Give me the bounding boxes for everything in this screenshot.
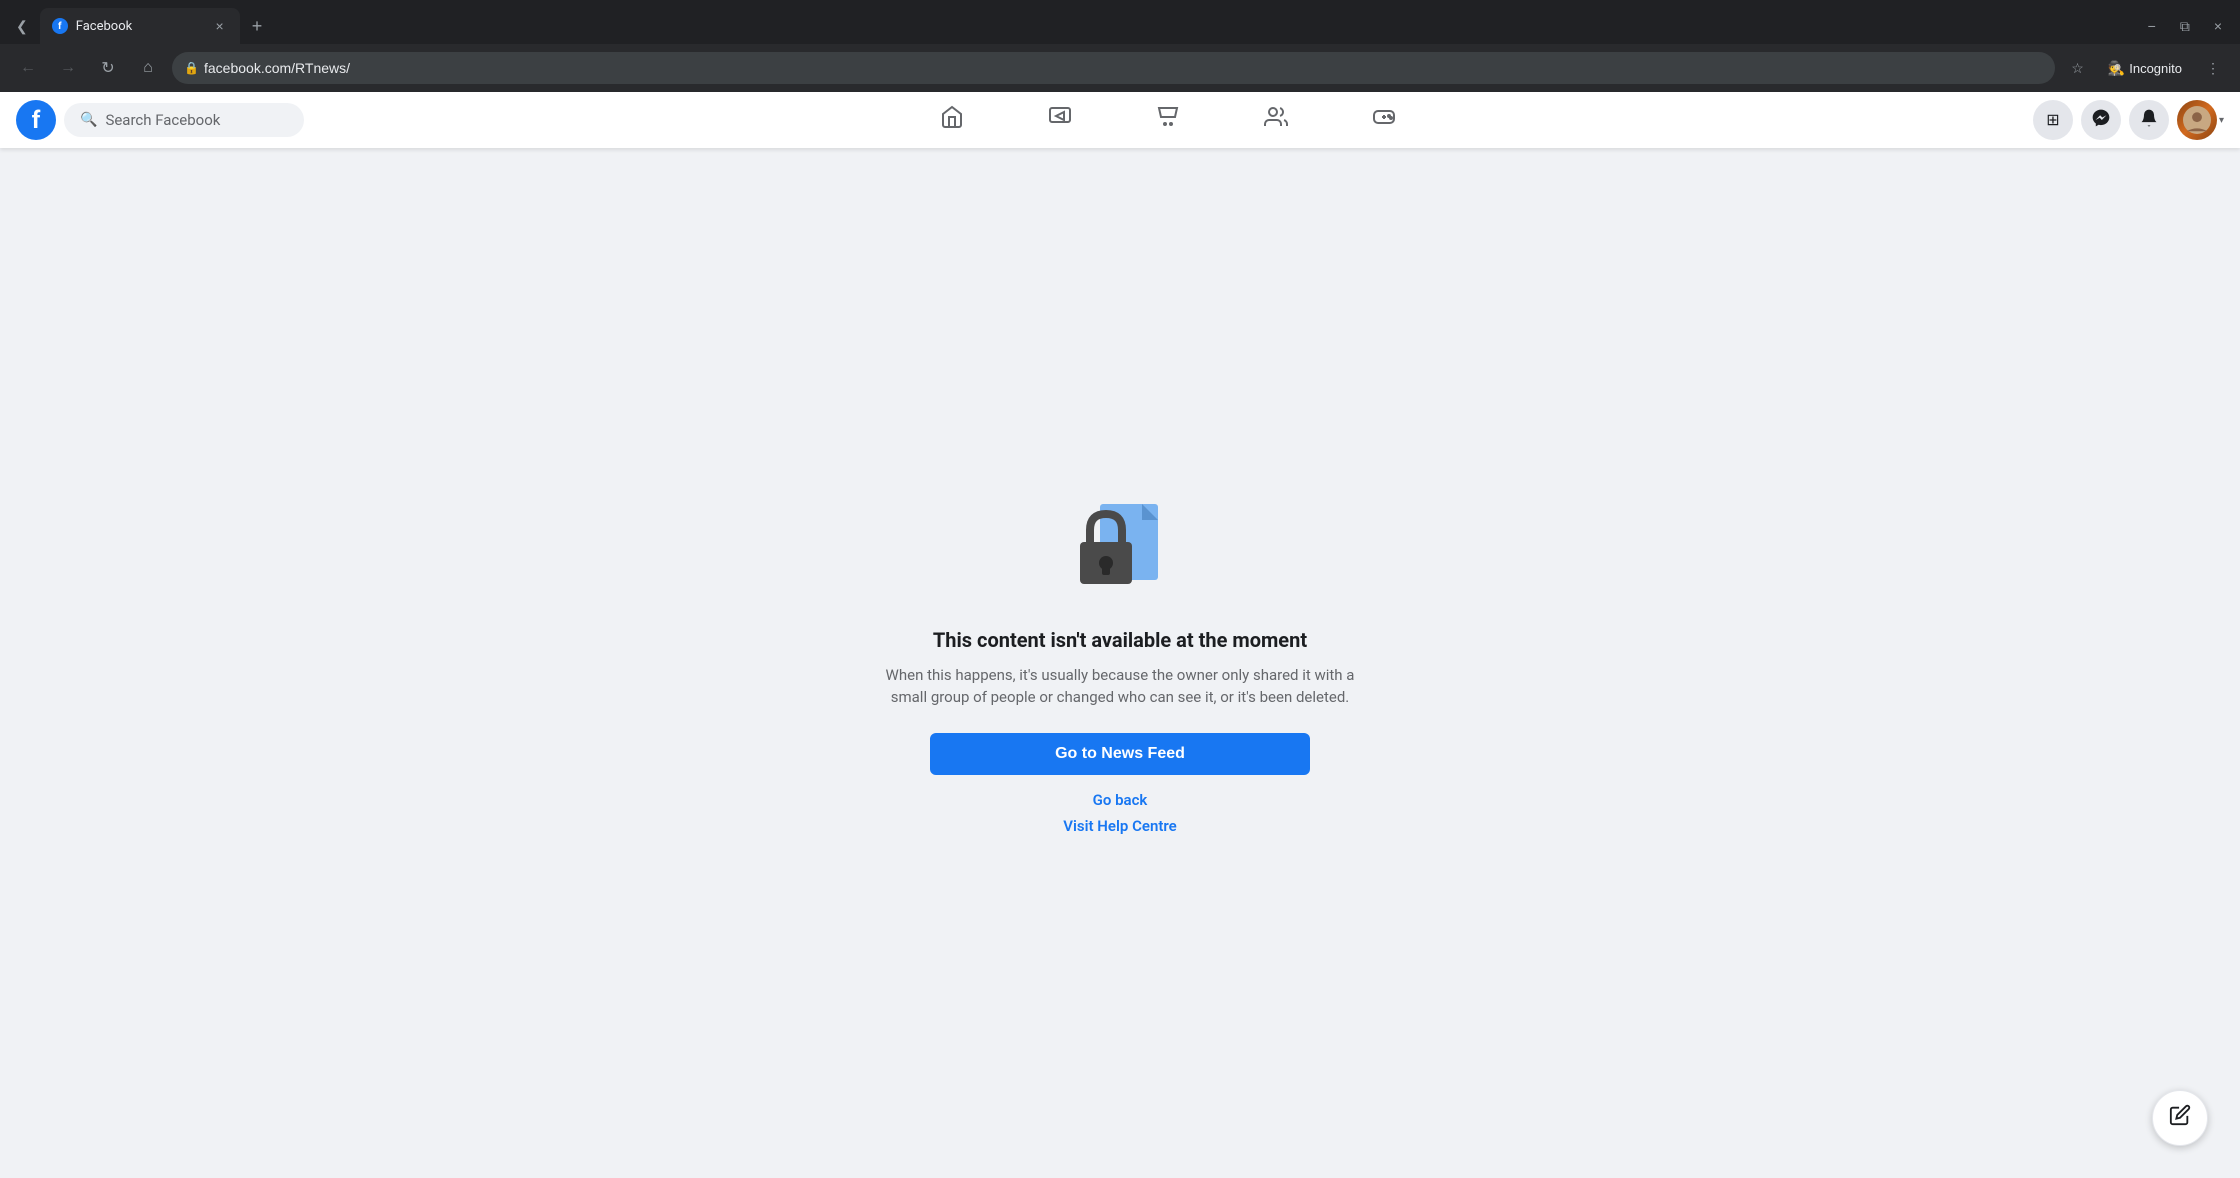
menu-icon: ⊞ [2046,110,2059,130]
visit-help-centre-link[interactable]: Visit Help Centre [1063,817,1176,835]
facebook-logo[interactable]: f [16,100,56,140]
tab-list-button[interactable]: ❮ [8,14,36,39]
facebook-nav [304,96,2033,144]
browser-chrome: ❮ f Facebook × + − ⧉ × ← → ↻ ⌂ 🔒 ☆ 🕵 Inc… [0,0,2240,92]
address-bar-row: ← → ↻ ⌂ 🔒 ☆ 🕵 Incognito ⋮ [0,44,2240,92]
tab-bar: ❮ f Facebook × + − ⧉ × [0,0,2240,44]
search-bar[interactable]: 🔍 Search Facebook [64,103,304,137]
main-content: This content isn't available at the mome… [0,148,2240,1178]
error-title: This content isn't available at the mome… [933,628,1307,652]
bell-icon [2139,108,2159,133]
home-nav-icon [940,105,964,135]
nav-home-button[interactable] [900,96,1004,144]
incognito-button[interactable]: 🕵 Incognito [2100,56,2190,81]
messenger-button[interactable] [2081,100,2121,140]
avatar-image [2177,100,2217,140]
user-avatar[interactable] [2177,100,2217,140]
tab-favicon: f [52,18,68,34]
go-back-link[interactable]: Go back [1093,791,1148,809]
notifications-button[interactable] [2129,100,2169,140]
forward-button[interactable]: → [52,52,84,84]
home-button[interactable]: ⌂ [132,52,164,84]
watch-nav-icon [1048,105,1072,135]
groups-nav-icon [1264,105,1288,135]
bookmark-button[interactable]: ☆ [2063,56,2092,81]
nav-watch-button[interactable] [1008,96,1112,144]
tab-close-button[interactable]: × [212,17,228,35]
reload-button[interactable]: ↻ [92,52,124,84]
error-description: When this happens, it's usually because … [870,664,1370,709]
nav-gaming-button[interactable] [1332,96,1436,144]
nav-marketplace-button[interactable] [1116,96,1220,144]
incognito-icon: 🕵 [2108,60,2125,77]
chevron-down-icon: ▾ [2219,115,2224,126]
messenger-icon [2091,108,2111,133]
compose-icon [2169,1104,2191,1132]
gaming-nav-icon [1372,105,1396,135]
active-tab[interactable]: f Facebook × [40,8,240,44]
menu-button[interactable]: ⊞ [2033,100,2073,140]
address-bar-input[interactable] [172,52,2055,84]
more-options-button[interactable]: ⋮ [2198,56,2228,81]
lock-icon: 🔒 [184,61,199,75]
address-bar-container: 🔒 [172,52,2055,84]
error-illustration [1060,484,1180,604]
search-placeholder-text: Search Facebook [105,111,220,129]
back-button[interactable]: ← [12,52,44,84]
error-container: This content isn't available at the mome… [870,484,1370,843]
marketplace-nav-icon [1156,105,1180,135]
minimize-button[interactable]: − [2138,14,2166,39]
header-actions: ⊞ [2033,100,2224,140]
compose-button[interactable] [2152,1090,2208,1146]
facebook-header: f 🔍 Search Facebook [0,92,2240,148]
tab-title: Facebook [76,19,204,34]
nav-groups-button[interactable] [1224,96,1328,144]
new-tab-button[interactable]: + [244,12,271,41]
incognito-label: Incognito [2129,61,2182,76]
go-to-news-feed-button[interactable]: Go to News Feed [930,733,1310,775]
close-button[interactable]: × [2204,14,2232,39]
window-controls: − ⧉ × [2138,14,2232,39]
avatar-dropdown[interactable]: ▾ [2177,100,2224,140]
restore-button[interactable]: ⧉ [2170,14,2200,39]
search-icon: 🔍 [80,112,97,128]
